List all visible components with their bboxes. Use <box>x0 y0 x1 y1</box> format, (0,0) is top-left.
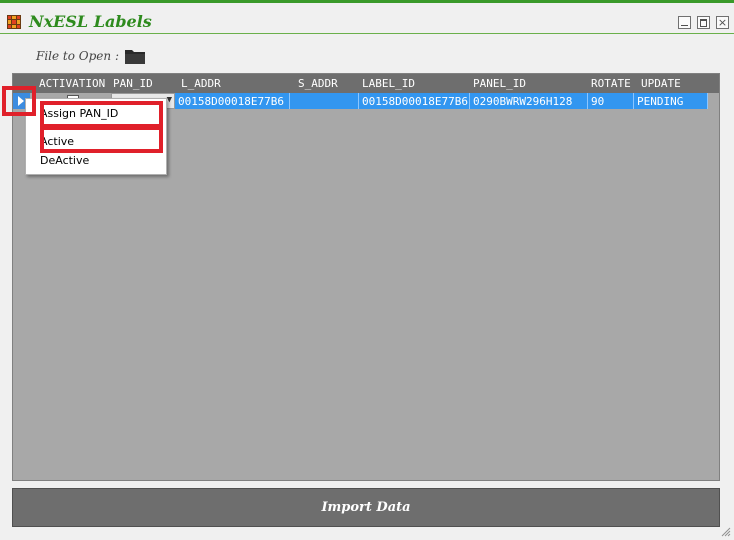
title-separator <box>0 33 734 34</box>
cell-rotate[interactable]: 90 <box>588 93 634 109</box>
resize-grip-icon[interactable] <box>721 527 731 537</box>
menu-item-deactive[interactable]: DeActive <box>26 151 164 169</box>
folder-icon[interactable] <box>124 47 146 65</box>
app-grid-icon <box>7 15 21 29</box>
window-title: NxESL Labels <box>29 12 152 31</box>
column-header-activation[interactable]: ACTIVATION <box>39 77 105 90</box>
chevron-down-icon[interactable]: ▼ <box>167 95 172 105</box>
cell-l-addr[interactable]: 00158D00018E77B6 <box>175 93 290 109</box>
column-header-panel-id[interactable]: PANEL_ID <box>473 77 526 90</box>
nxesl-labels-window: NxESL Labels × File to Open : ACTIVATION… <box>0 0 734 540</box>
grid-header: ACTIVATION PAN_ID L_ADDR S_ADDR LABEL_ID… <box>13 74 719 93</box>
column-header-label-id[interactable]: LABEL_ID <box>362 77 415 90</box>
column-header-rotate[interactable]: ROTATE <box>591 77 631 90</box>
column-header-s-addr[interactable]: S_ADDR <box>298 77 338 90</box>
column-header-pan-id[interactable]: PAN_ID <box>113 77 153 90</box>
menu-item-label: DeActive <box>40 154 90 167</box>
cell-label-id[interactable]: 00158D00018E77B6 <box>359 93 470 109</box>
column-header-update[interactable]: UPDATE <box>641 77 681 90</box>
file-to-open-label: File to Open : <box>36 49 119 63</box>
highlight-assign-pan-id <box>40 101 163 128</box>
close-icon[interactable]: × <box>716 16 729 29</box>
cell-update[interactable]: PENDING <box>634 93 708 109</box>
highlight-active <box>40 126 163 153</box>
cell-panel-id[interactable]: 0290BWRW296H128 <box>470 93 588 109</box>
minimize-icon[interactable] <box>678 16 691 29</box>
column-header-l-addr[interactable]: L_ADDR <box>181 77 221 90</box>
highlight-row-selector <box>2 86 36 116</box>
maximize-icon[interactable] <box>697 16 710 29</box>
cell-s-addr[interactable] <box>290 93 359 109</box>
import-data-button[interactable]: Import Data <box>12 488 720 527</box>
